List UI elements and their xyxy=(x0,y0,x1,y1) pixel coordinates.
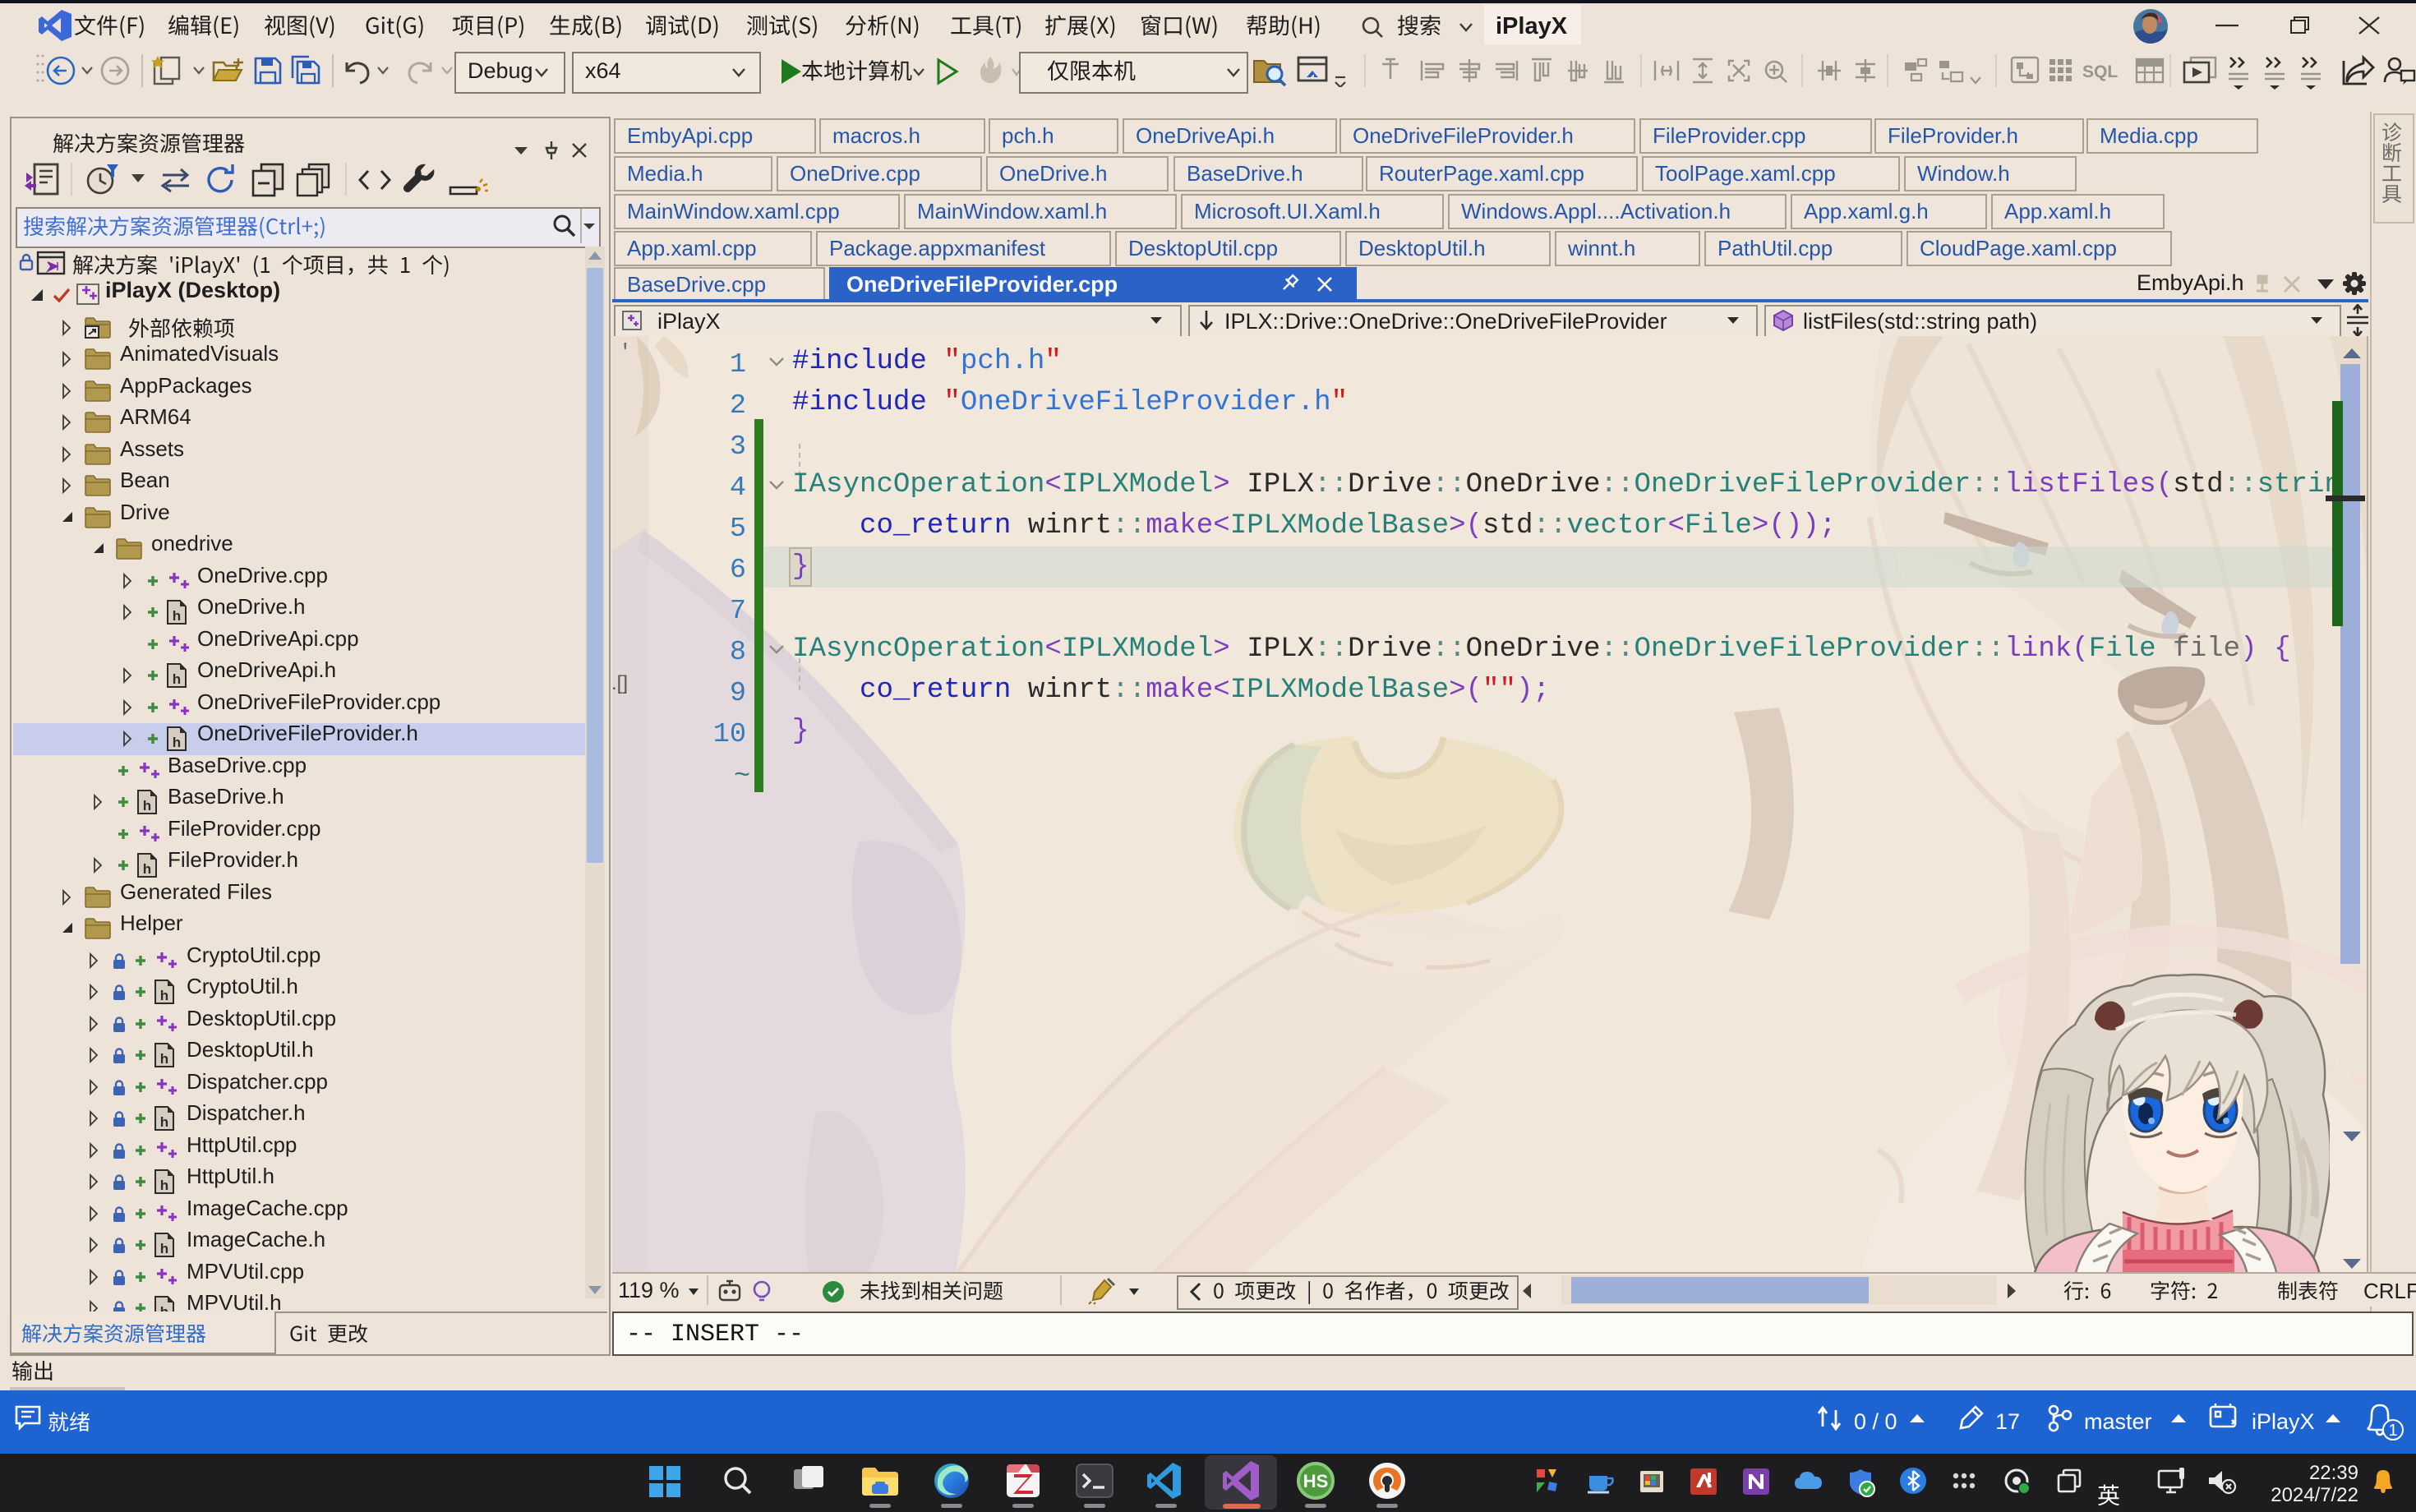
svg-text:HS: HS xyxy=(1303,1471,1329,1491)
svg-text:h: h xyxy=(160,1051,168,1067)
svg-text:h: h xyxy=(173,608,181,624)
svg-text:h: h xyxy=(143,861,151,877)
svg-text:h: h xyxy=(160,1178,168,1193)
svg-text:h: h xyxy=(160,1241,168,1256)
svg-text:h: h xyxy=(143,798,151,814)
svg-text:h: h xyxy=(160,988,168,1003)
svg-text:h: h xyxy=(160,1114,168,1130)
svg-text:h: h xyxy=(173,671,181,687)
svg-text:1: 1 xyxy=(2388,1422,2397,1440)
svg-text:h: h xyxy=(173,735,181,750)
